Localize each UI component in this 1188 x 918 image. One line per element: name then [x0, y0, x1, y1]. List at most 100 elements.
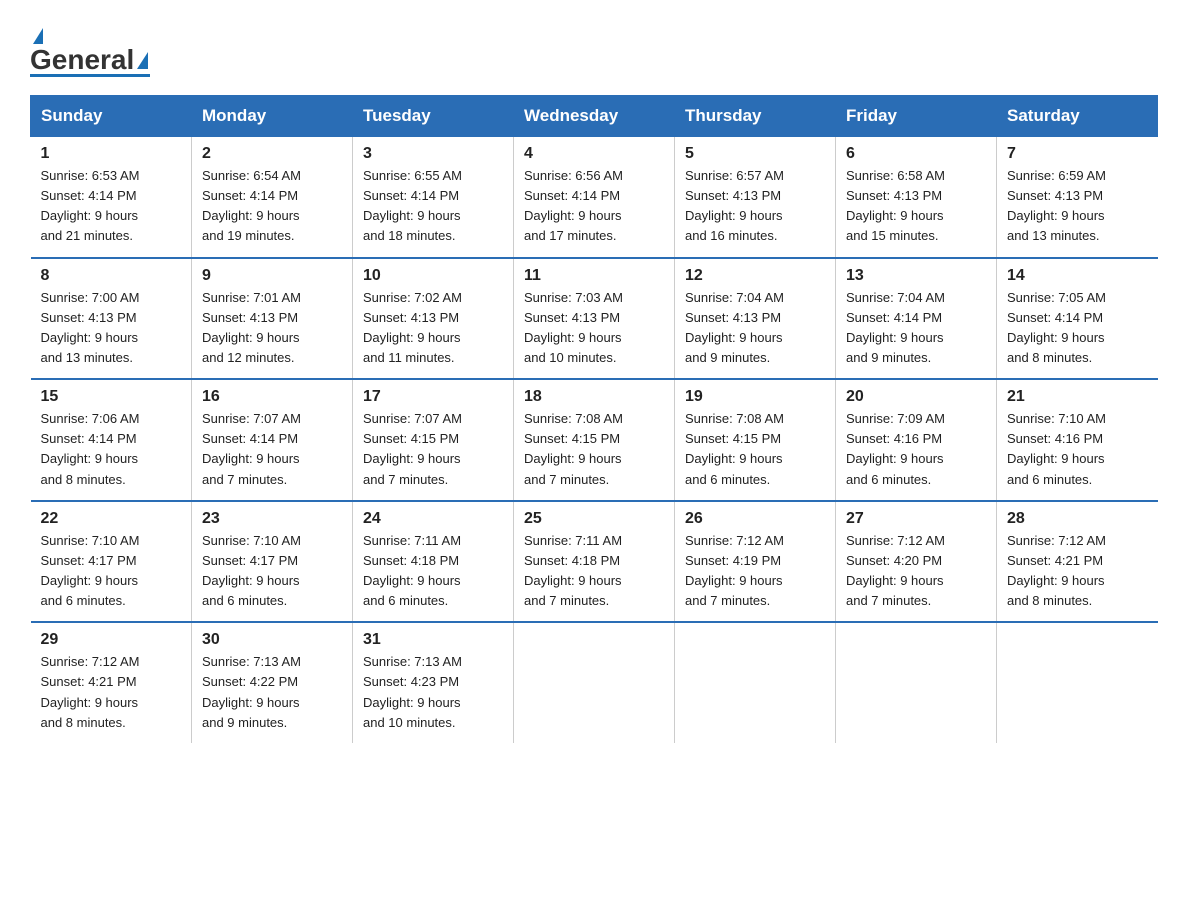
day-info: Sunrise: 7:05 AMSunset: 4:14 PMDaylight:…	[1007, 288, 1148, 369]
day-info: Sunrise: 7:11 AMSunset: 4:18 PMDaylight:…	[363, 531, 503, 612]
calendar-cell: 25 Sunrise: 7:11 AMSunset: 4:18 PMDaylig…	[514, 501, 675, 623]
day-info: Sunrise: 7:10 AMSunset: 4:17 PMDaylight:…	[202, 531, 342, 612]
day-info: Sunrise: 7:06 AMSunset: 4:14 PMDaylight:…	[41, 409, 182, 490]
day-number: 12	[685, 267, 825, 285]
weekday-header-monday: Monday	[192, 96, 353, 137]
day-info: Sunrise: 7:10 AMSunset: 4:17 PMDaylight:…	[41, 531, 182, 612]
day-info: Sunrise: 7:10 AMSunset: 4:16 PMDaylight:…	[1007, 409, 1148, 490]
day-info: Sunrise: 7:08 AMSunset: 4:15 PMDaylight:…	[685, 409, 825, 490]
calendar-cell: 11 Sunrise: 7:03 AMSunset: 4:13 PMDaylig…	[514, 258, 675, 380]
calendar-cell: 7 Sunrise: 6:59 AMSunset: 4:13 PMDayligh…	[997, 137, 1158, 258]
weekday-header-row: SundayMondayTuesdayWednesdayThursdayFrid…	[31, 96, 1158, 137]
day-number: 8	[41, 267, 182, 285]
day-number: 29	[41, 631, 182, 649]
calendar-cell: 15 Sunrise: 7:06 AMSunset: 4:14 PMDaylig…	[31, 379, 192, 501]
calendar-cell	[514, 622, 675, 743]
day-info: Sunrise: 7:02 AMSunset: 4:13 PMDaylight:…	[363, 288, 503, 369]
weekday-header-sunday: Sunday	[31, 96, 192, 137]
calendar-cell: 27 Sunrise: 7:12 AMSunset: 4:20 PMDaylig…	[836, 501, 997, 623]
day-number: 17	[363, 388, 503, 406]
calendar-cell: 3 Sunrise: 6:55 AMSunset: 4:14 PMDayligh…	[353, 137, 514, 258]
calendar-cell: 29 Sunrise: 7:12 AMSunset: 4:21 PMDaylig…	[31, 622, 192, 743]
day-info: Sunrise: 7:04 AMSunset: 4:14 PMDaylight:…	[846, 288, 986, 369]
day-number: 31	[363, 631, 503, 649]
day-info: Sunrise: 6:56 AMSunset: 4:14 PMDaylight:…	[524, 166, 664, 247]
day-number: 30	[202, 631, 342, 649]
weekday-header-tuesday: Tuesday	[353, 96, 514, 137]
week-row-2: 8 Sunrise: 7:00 AMSunset: 4:13 PMDayligh…	[31, 258, 1158, 380]
day-number: 14	[1007, 267, 1148, 285]
day-number: 6	[846, 145, 986, 163]
day-info: Sunrise: 7:12 AMSunset: 4:19 PMDaylight:…	[685, 531, 825, 612]
logo-general-bottom: General	[30, 44, 134, 76]
day-number: 21	[1007, 388, 1148, 406]
calendar-cell: 4 Sunrise: 6:56 AMSunset: 4:14 PMDayligh…	[514, 137, 675, 258]
calendar-cell: 14 Sunrise: 7:05 AMSunset: 4:14 PMDaylig…	[997, 258, 1158, 380]
day-number: 25	[524, 510, 664, 528]
weekday-header-saturday: Saturday	[997, 96, 1158, 137]
calendar-cell: 30 Sunrise: 7:13 AMSunset: 4:22 PMDaylig…	[192, 622, 353, 743]
day-info: Sunrise: 7:03 AMSunset: 4:13 PMDaylight:…	[524, 288, 664, 369]
calendar-cell	[997, 622, 1158, 743]
logo: General	[30, 20, 150, 77]
day-number: 28	[1007, 510, 1148, 528]
week-row-4: 22 Sunrise: 7:10 AMSunset: 4:17 PMDaylig…	[31, 501, 1158, 623]
calendar-cell: 18 Sunrise: 7:08 AMSunset: 4:15 PMDaylig…	[514, 379, 675, 501]
calendar-cell: 16 Sunrise: 7:07 AMSunset: 4:14 PMDaylig…	[192, 379, 353, 501]
day-info: Sunrise: 6:57 AMSunset: 4:13 PMDaylight:…	[685, 166, 825, 247]
calendar-cell	[836, 622, 997, 743]
logo-triangle-icon	[33, 28, 43, 44]
calendar-cell	[675, 622, 836, 743]
calendar-cell: 5 Sunrise: 6:57 AMSunset: 4:13 PMDayligh…	[675, 137, 836, 258]
calendar-cell: 6 Sunrise: 6:58 AMSunset: 4:13 PMDayligh…	[836, 137, 997, 258]
day-info: Sunrise: 7:13 AMSunset: 4:23 PMDaylight:…	[363, 652, 503, 733]
calendar-cell: 12 Sunrise: 7:04 AMSunset: 4:13 PMDaylig…	[675, 258, 836, 380]
weekday-header-wednesday: Wednesday	[514, 96, 675, 137]
day-number: 24	[363, 510, 503, 528]
day-number: 13	[846, 267, 986, 285]
day-info: Sunrise: 6:59 AMSunset: 4:13 PMDaylight:…	[1007, 166, 1148, 247]
day-number: 2	[202, 145, 342, 163]
calendar-cell: 2 Sunrise: 6:54 AMSunset: 4:14 PMDayligh…	[192, 137, 353, 258]
day-info: Sunrise: 7:08 AMSunset: 4:15 PMDaylight:…	[524, 409, 664, 490]
day-info: Sunrise: 7:12 AMSunset: 4:21 PMDaylight:…	[1007, 531, 1148, 612]
day-number: 23	[202, 510, 342, 528]
calendar-cell: 22 Sunrise: 7:10 AMSunset: 4:17 PMDaylig…	[31, 501, 192, 623]
logo-underline	[30, 74, 150, 77]
day-info: Sunrise: 7:01 AMSunset: 4:13 PMDaylight:…	[202, 288, 342, 369]
day-number: 11	[524, 267, 664, 285]
calendar-cell: 8 Sunrise: 7:00 AMSunset: 4:13 PMDayligh…	[31, 258, 192, 380]
day-number: 9	[202, 267, 342, 285]
day-number: 3	[363, 145, 503, 163]
day-number: 16	[202, 388, 342, 406]
day-info: Sunrise: 7:13 AMSunset: 4:22 PMDaylight:…	[202, 652, 342, 733]
weekday-header-thursday: Thursday	[675, 96, 836, 137]
day-number: 7	[1007, 145, 1148, 163]
day-number: 27	[846, 510, 986, 528]
week-row-5: 29 Sunrise: 7:12 AMSunset: 4:21 PMDaylig…	[31, 622, 1158, 743]
calendar-cell: 26 Sunrise: 7:12 AMSunset: 4:19 PMDaylig…	[675, 501, 836, 623]
day-number: 5	[685, 145, 825, 163]
calendar-cell: 20 Sunrise: 7:09 AMSunset: 4:16 PMDaylig…	[836, 379, 997, 501]
day-info: Sunrise: 6:54 AMSunset: 4:14 PMDaylight:…	[202, 166, 342, 247]
weekday-header-friday: Friday	[836, 96, 997, 137]
page-header: General	[30, 20, 1158, 77]
calendar-cell: 21 Sunrise: 7:10 AMSunset: 4:16 PMDaylig…	[997, 379, 1158, 501]
calendar-cell: 23 Sunrise: 7:10 AMSunset: 4:17 PMDaylig…	[192, 501, 353, 623]
week-row-1: 1 Sunrise: 6:53 AMSunset: 4:14 PMDayligh…	[31, 137, 1158, 258]
day-number: 20	[846, 388, 986, 406]
day-number: 22	[41, 510, 182, 528]
day-info: Sunrise: 7:07 AMSunset: 4:15 PMDaylight:…	[363, 409, 503, 490]
day-info: Sunrise: 6:58 AMSunset: 4:13 PMDaylight:…	[846, 166, 986, 247]
day-number: 19	[685, 388, 825, 406]
day-number: 1	[41, 145, 182, 163]
calendar-cell: 28 Sunrise: 7:12 AMSunset: 4:21 PMDaylig…	[997, 501, 1158, 623]
calendar-cell: 10 Sunrise: 7:02 AMSunset: 4:13 PMDaylig…	[353, 258, 514, 380]
day-number: 4	[524, 145, 664, 163]
day-info: Sunrise: 7:04 AMSunset: 4:13 PMDaylight:…	[685, 288, 825, 369]
calendar-cell: 17 Sunrise: 7:07 AMSunset: 4:15 PMDaylig…	[353, 379, 514, 501]
day-number: 18	[524, 388, 664, 406]
day-number: 15	[41, 388, 182, 406]
day-info: Sunrise: 7:12 AMSunset: 4:20 PMDaylight:…	[846, 531, 986, 612]
calendar-cell: 19 Sunrise: 7:08 AMSunset: 4:15 PMDaylig…	[675, 379, 836, 501]
